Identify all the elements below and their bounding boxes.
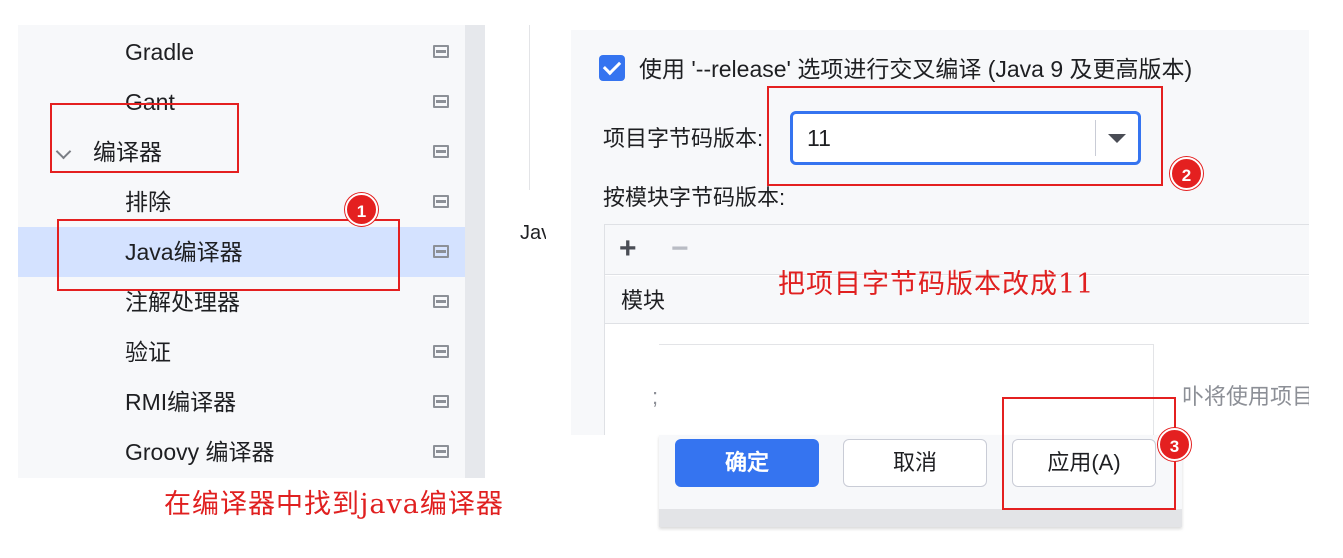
page-icon: [433, 295, 449, 308]
annotation-badge-1: 1: [345, 193, 378, 226]
remove-icon[interactable]: −: [671, 233, 689, 265]
page-icon: [433, 145, 449, 158]
annotation-badge-2: 2: [1170, 157, 1203, 190]
tree-item-label: 验证: [125, 339, 171, 365]
content-text-fragment: Jav: [520, 222, 546, 244]
annotation-caption-right: 把项目字节码版本改成11: [778, 269, 1095, 300]
dialog-button-bar-edge: [659, 509, 1182, 527]
divider: [529, 25, 530, 190]
ok-button[interactable]: 确定: [675, 439, 819, 487]
tree-item-groovy-compiler[interactable]: Groovy 编译器: [18, 427, 465, 477]
table-empty-text: 卟将使用项目: [1182, 384, 1309, 409]
page-icon: [433, 245, 449, 258]
cancel-button[interactable]: 取消: [843, 439, 987, 487]
annotation-box-java-compiler: [57, 219, 400, 291]
annotation-box-apply: [1002, 397, 1176, 510]
tree-scrollbar[interactable]: [465, 25, 485, 478]
tree-item-label: Groovy 编译器: [125, 439, 275, 465]
tree-item-validation[interactable]: 验证: [18, 327, 465, 377]
tree-item-gradle[interactable]: Gradle: [18, 27, 465, 77]
page-icon: [433, 345, 449, 358]
project-bytecode-version-label: 项目字节码版本:: [603, 126, 764, 151]
release-option-checkbox[interactable]: [599, 55, 625, 81]
page-icon: [433, 45, 449, 58]
tree-item-label: 注解处理器: [125, 289, 240, 315]
annotation-box-compiler: [50, 103, 239, 173]
content-panel-fragment: [485, 25, 546, 478]
tree-item-label: RMI编译器: [125, 389, 237, 415]
add-icon[interactable]: +: [619, 233, 637, 265]
page-icon: [433, 195, 449, 208]
tree-item-rmi-compiler[interactable]: RMI编译器: [18, 377, 465, 427]
page-icon: [433, 445, 449, 458]
table-text-fragment: ;: [652, 384, 659, 409]
release-option-label[interactable]: 使用 '--release' 选项进行交叉编译 (Java 9 及更高版本): [639, 56, 1192, 82]
per-module-bytecode-version-label: 按模块字节码版本:: [603, 185, 786, 210]
column-header-module[interactable]: 模块: [621, 288, 665, 314]
annotation-box-bytecode-version: [767, 86, 1163, 186]
tree-item-label: 排除: [125, 189, 171, 215]
page-icon: [433, 395, 449, 408]
page-icon: [433, 95, 449, 108]
annotation-caption-left: 在编译器中找到java编译器: [164, 489, 504, 520]
annotation-badge-3: 3: [1158, 428, 1191, 461]
tree-item-label: Gradle: [125, 39, 195, 65]
